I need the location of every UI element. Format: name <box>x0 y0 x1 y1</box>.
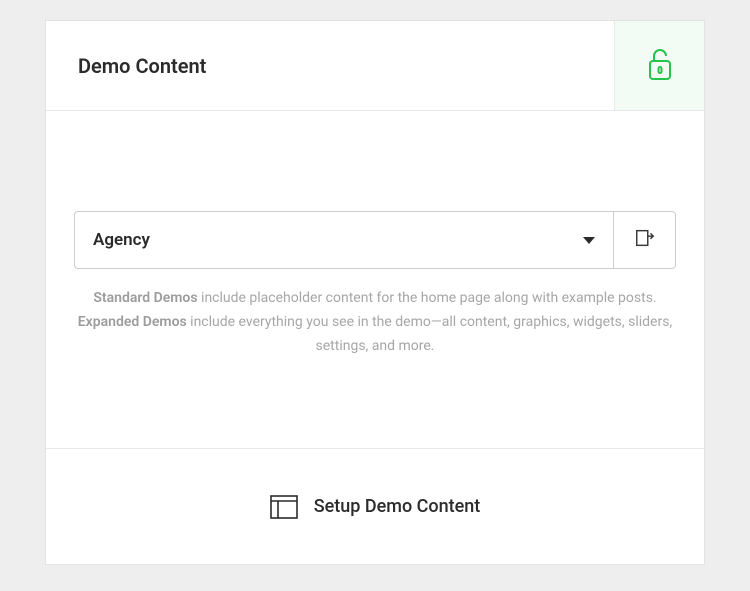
layout-icon <box>270 495 298 519</box>
card-header: Demo Content <box>46 21 704 111</box>
desc-part-2: include everything you see in the demo—a… <box>187 314 673 354</box>
unlock-button[interactable] <box>614 21 704 110</box>
external-link-icon <box>634 227 656 253</box>
demo-description: Standard Demos include placeholder conte… <box>74 287 676 358</box>
setup-demo-content-button[interactable]: Setup Demo Content <box>46 449 704 564</box>
demo-select[interactable]: Agency <box>74 211 614 269</box>
unlock-icon <box>648 47 672 85</box>
setup-demo-content-label: Setup Demo Content <box>314 496 481 517</box>
demo-select-value: Agency <box>93 230 150 250</box>
card-body: Agency Standard Demos include placeholde… <box>46 111 704 449</box>
external-link-button[interactable] <box>614 211 676 269</box>
demo-content-card: Demo Content Agency <box>45 20 705 565</box>
desc-strong-2: Expanded Demos <box>78 314 187 330</box>
caret-down-icon <box>583 237 595 244</box>
card-title: Demo Content <box>46 21 614 110</box>
select-row: Agency <box>74 211 676 269</box>
desc-part-1: include placeholder content for the home… <box>198 290 657 306</box>
desc-strong-1: Standard Demos <box>93 290 197 306</box>
